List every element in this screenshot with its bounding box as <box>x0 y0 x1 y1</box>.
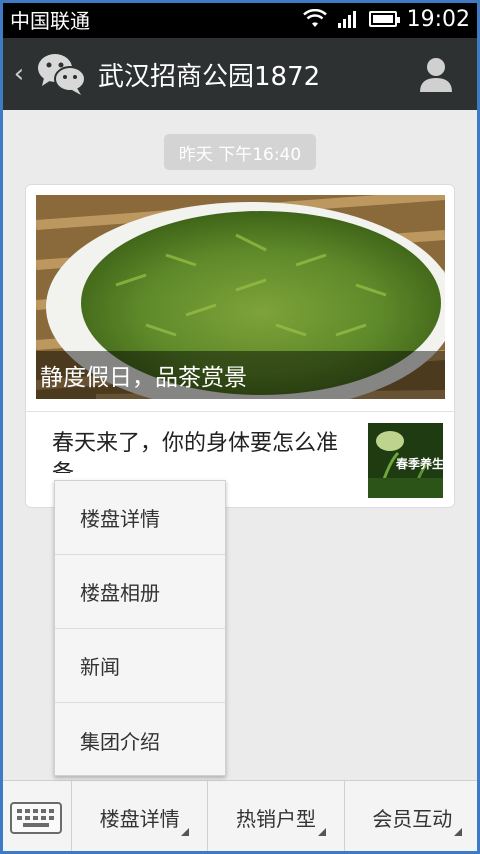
article-subtitle[interactable]: 春天来了，你的身体要怎么准备 <box>52 429 352 473</box>
menu-tab-property-details[interactable]: 楼盘详情 <box>72 781 209 854</box>
chat-header: ‹ 武汉招商公园1872 <box>0 38 480 110</box>
submenu-item-property-album[interactable]: 楼盘相册 <box>55 555 225 629</box>
status-time: 19:02 <box>406 6 470 32</box>
article-card[interactable]: 静度假日，品茶赏景 春天来了，你的身体要怎么准备 春季养生 <box>25 184 455 508</box>
menu-tab-label: 热销户型 <box>235 807 316 831</box>
article-thumbnail[interactable]: 春季养生 <box>368 423 443 498</box>
article-cover-image[interactable]: 静度假日，品茶赏景 <box>36 195 445 399</box>
battery-icon <box>368 11 400 27</box>
chevron-left-icon[interactable]: ‹ <box>2 59 36 89</box>
menu-tab-label: 楼盘详情 <box>99 807 180 831</box>
keyboard-toggle-button[interactable] <box>0 781 72 854</box>
submenu-indicator-icon <box>317 828 326 836</box>
bottom-menu-bar: 楼盘详情 热销户型 会员互动 <box>0 780 480 854</box>
submenu-item-property-details[interactable]: 楼盘详情 <box>55 481 225 555</box>
menu-tab-label: 会员互动 <box>372 807 453 831</box>
submenu-item-group-intro[interactable]: 集团介绍 <box>55 703 225 777</box>
message-timestamp: 昨天 下午16:40 <box>164 134 316 170</box>
carrier-name: 中国联通 <box>10 8 90 33</box>
status-bar: 中国联通 19:02 <box>0 0 480 38</box>
thumbnail-text: 春季养生 <box>396 457 443 471</box>
card-divider <box>26 411 454 412</box>
status-icons: 19:02 <box>302 6 470 32</box>
submenu-indicator-icon <box>181 828 190 836</box>
keyboard-icon <box>9 801 62 834</box>
chat-title: 武汉招商公园1872 <box>98 61 321 92</box>
wifi-icon <box>302 9 327 27</box>
submenu-popup: 楼盘详情 楼盘相册 新闻 集团介绍 <box>54 480 226 776</box>
submenu-item-news[interactable]: 新闻 <box>55 629 225 703</box>
submenu-indicator-icon <box>453 828 462 836</box>
article-cover-caption: 静度假日，品茶赏景 <box>36 351 445 399</box>
person-icon[interactable] <box>416 54 456 94</box>
menu-tab-hot-units[interactable]: 热销户型 <box>208 781 345 854</box>
wechat-icon <box>36 51 86 97</box>
signal-icon <box>337 11 356 28</box>
menu-tab-member-interaction[interactable]: 会员互动 <box>345 781 480 854</box>
